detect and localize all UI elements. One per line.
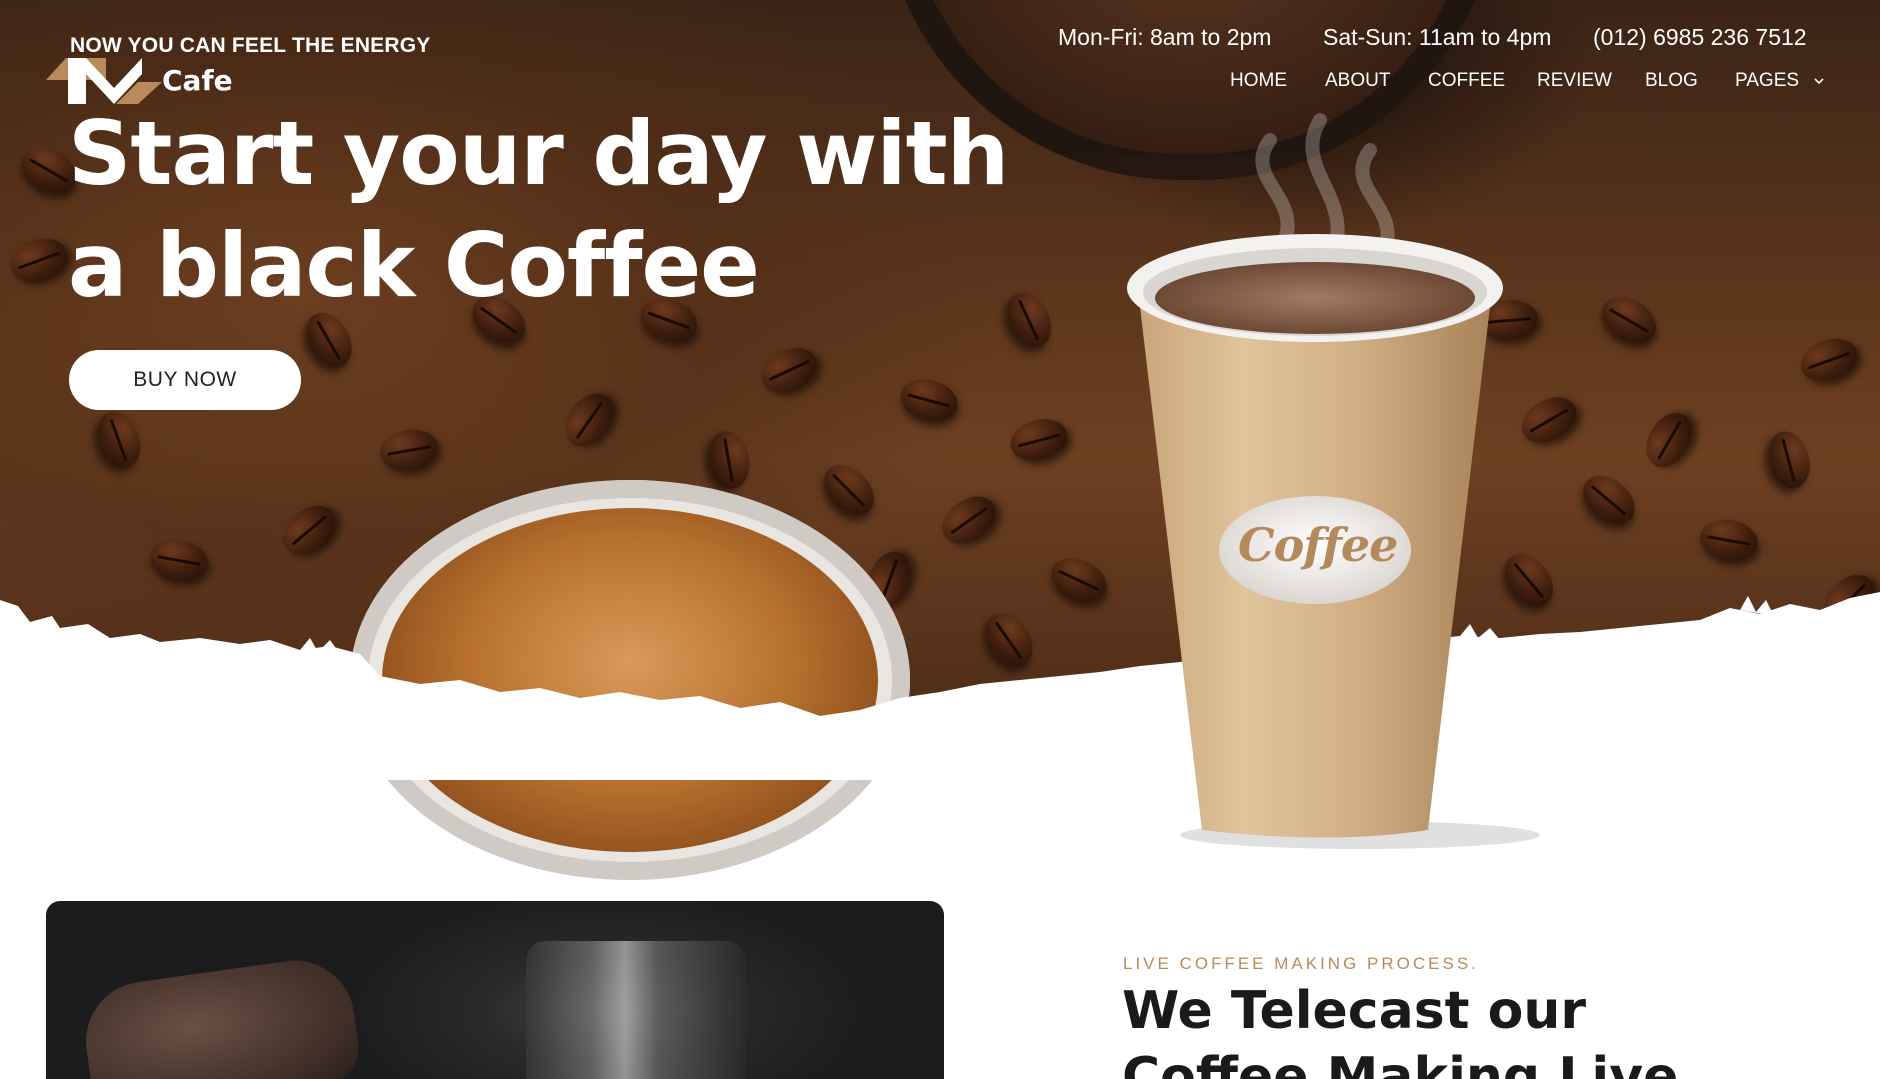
nav-about[interactable]: ABOUT: [1325, 70, 1390, 92]
hero-headline-line2: a black Coffee: [68, 214, 760, 317]
coffee-bean: [1696, 515, 1762, 565]
hero-headline: Start your day with a black Coffee: [68, 98, 1068, 322]
coffee-bean: [1794, 331, 1864, 389]
coffee-bean: [1762, 426, 1816, 494]
coffee-bean: [1005, 413, 1073, 467]
nav-pages[interactable]: PAGES: [1735, 70, 1824, 92]
coffee-bean: [754, 339, 824, 401]
coffee-bean: [555, 384, 623, 456]
coffee-bean: [4, 231, 74, 289]
chevron-down-icon: [1814, 78, 1824, 85]
nav-pages-label: PAGES: [1735, 70, 1800, 91]
torn-paper-edge: [0, 592, 1880, 780]
section-eyebrow: LIVE COFFEE MAKING PROCESS.: [1123, 954, 1479, 973]
coffee-bean: [1593, 288, 1665, 352]
phone-number[interactable]: (012) 6985 236 7512: [1593, 24, 1807, 51]
coffee-bean: [1637, 404, 1701, 476]
coffee-bean: [933, 486, 1005, 554]
section-title: We Telecast our Coffee Making Live: [1122, 978, 1822, 1079]
barista-hand-image: [78, 952, 364, 1079]
section-title-line1: We Telecast our: [1122, 981, 1587, 1041]
hours-weekday: Mon-Fri: 8am to 2pm: [1058, 24, 1272, 50]
coffee-bean: [90, 405, 148, 475]
buy-now-button[interactable]: BUY NOW: [69, 350, 301, 410]
nav-review[interactable]: REVIEW: [1537, 70, 1612, 92]
coffee-bean: [146, 535, 212, 585]
coffee-bean: [704, 427, 754, 493]
espresso-machine-image: [526, 941, 746, 1079]
cup-label: Coffee: [1238, 518, 1398, 572]
coffee-bean: [895, 373, 963, 427]
live-video-card[interactable]: [46, 901, 944, 1079]
coffee-bean: [376, 425, 442, 475]
hero-headline-line1: Start your day with: [68, 102, 1009, 205]
section-title-line2: Coffee Making Live: [1122, 1047, 1679, 1079]
nav-coffee[interactable]: COFFEE: [1428, 70, 1505, 92]
coffee-bean: [814, 455, 884, 525]
tagline: NOW YOU CAN FEEL THE ENERGY: [70, 34, 431, 57]
coffee-bean: [1573, 466, 1645, 534]
hours-weekend: Sat-Sun: 11am to 4pm: [1323, 24, 1552, 50]
paper-cup-image: [1127, 113, 1540, 849]
logo-text: Cafe: [162, 64, 233, 97]
nav-home[interactable]: HOME: [1230, 70, 1287, 92]
nav-blog[interactable]: BLOG: [1645, 70, 1698, 92]
coffee-bean: [273, 496, 345, 564]
